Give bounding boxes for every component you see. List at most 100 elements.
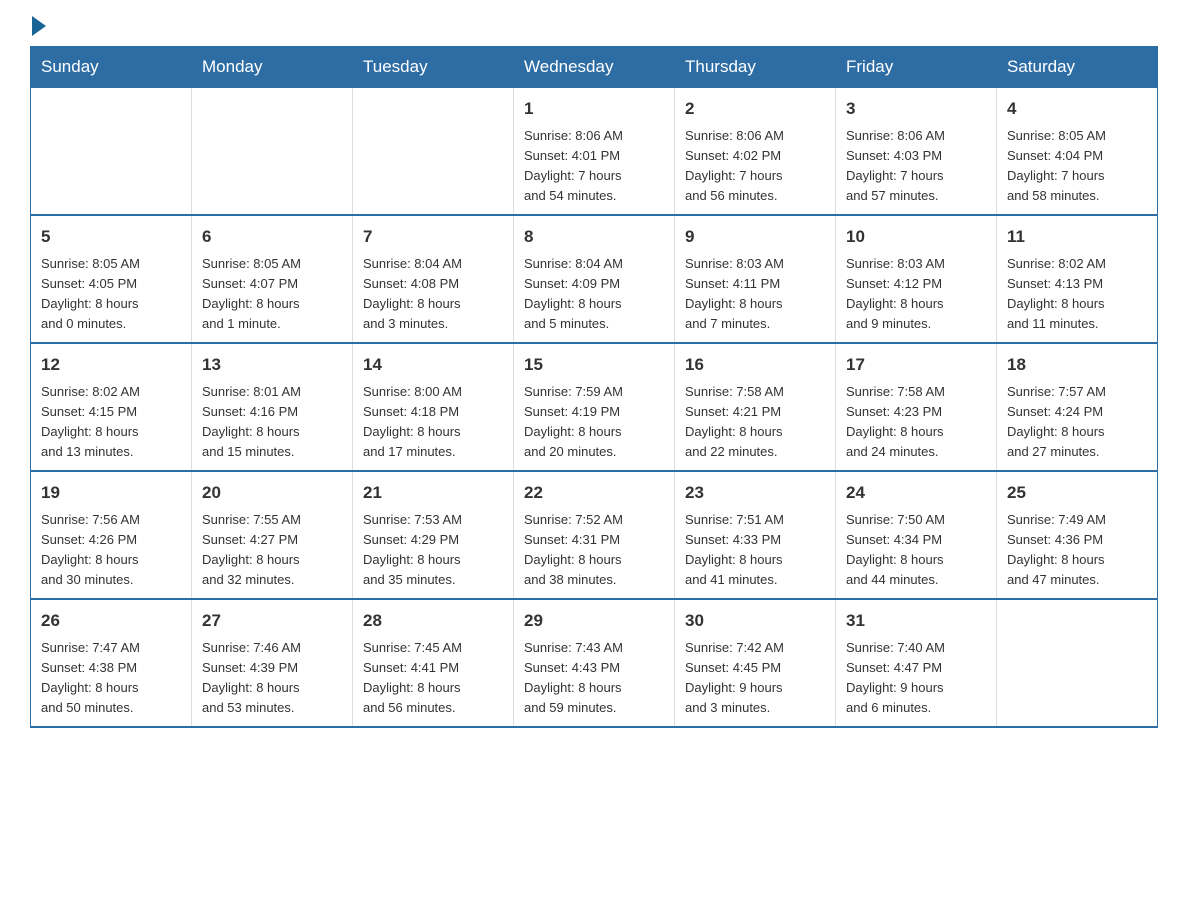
day-number: 22 xyxy=(524,480,664,506)
day-number: 20 xyxy=(202,480,342,506)
weekday-header-row: SundayMondayTuesdayWednesdayThursdayFrid… xyxy=(31,47,1158,88)
day-info: Sunrise: 8:05 AM Sunset: 4:07 PM Dayligh… xyxy=(202,256,301,331)
calendar-day-cell: 24 Sunrise: 7:50 AM Sunset: 4:34 PM Dayli… xyxy=(836,471,997,599)
day-number: 10 xyxy=(846,224,986,250)
calendar-week-row: 19 Sunrise: 7:56 AM Sunset: 4:26 PM Dayli… xyxy=(31,471,1158,599)
calendar-week-row: 12Sunrise: 8:02 AM Sunset: 4:15 PM Dayli… xyxy=(31,343,1158,471)
day-number: 27 xyxy=(202,608,342,634)
page-header xyxy=(30,20,1158,36)
calendar-day-cell: 5Sunrise: 8:05 AM Sunset: 4:05 PM Daylig… xyxy=(31,215,192,343)
calendar-day-cell: 6 Sunrise: 8:05 AM Sunset: 4:07 PM Daylig… xyxy=(192,215,353,343)
day-number: 15 xyxy=(524,352,664,378)
day-info: Sunrise: 8:04 AM Sunset: 4:08 PM Dayligh… xyxy=(363,256,462,331)
day-number: 29 xyxy=(524,608,664,634)
calendar-day-cell: 4 Sunrise: 8:05 AM Sunset: 4:04 PM Daylig… xyxy=(997,88,1158,216)
calendar-day-cell: 22 Sunrise: 7:52 AM Sunset: 4:31 PM Dayli… xyxy=(514,471,675,599)
calendar-week-row: 26 Sunrise: 7:47 AM Sunset: 4:38 PM Dayli… xyxy=(31,599,1158,727)
day-number: 2 xyxy=(685,96,825,122)
day-info: Sunrise: 7:46 AM Sunset: 4:39 PM Dayligh… xyxy=(202,640,301,715)
day-number: 11 xyxy=(1007,224,1147,250)
day-info: Sunrise: 7:56 AM Sunset: 4:26 PM Dayligh… xyxy=(41,512,140,587)
day-number: 9 xyxy=(685,224,825,250)
day-info: Sunrise: 8:03 AM Sunset: 4:12 PM Dayligh… xyxy=(846,256,945,331)
weekday-header-tuesday: Tuesday xyxy=(353,47,514,88)
day-info: Sunrise: 7:40 AM Sunset: 4:47 PM Dayligh… xyxy=(846,640,945,715)
day-info: Sunrise: 7:57 AM Sunset: 4:24 PM Dayligh… xyxy=(1007,384,1106,459)
day-number: 18 xyxy=(1007,352,1147,378)
calendar-day-cell: 3 Sunrise: 8:06 AM Sunset: 4:03 PM Daylig… xyxy=(836,88,997,216)
weekday-header-wednesday: Wednesday xyxy=(514,47,675,88)
day-info: Sunrise: 7:51 AM Sunset: 4:33 PM Dayligh… xyxy=(685,512,784,587)
calendar-day-cell: 1 Sunrise: 8:06 AM Sunset: 4:01 PM Daylig… xyxy=(514,88,675,216)
day-number: 6 xyxy=(202,224,342,250)
day-info: Sunrise: 7:42 AM Sunset: 4:45 PM Dayligh… xyxy=(685,640,784,715)
calendar-day-cell: 25 Sunrise: 7:49 AM Sunset: 4:36 PM Dayli… xyxy=(997,471,1158,599)
calendar-day-cell xyxy=(353,88,514,216)
calendar-day-cell: 10 Sunrise: 8:03 AM Sunset: 4:12 PM Dayli… xyxy=(836,215,997,343)
calendar-day-cell: 20 Sunrise: 7:55 AM Sunset: 4:27 PM Dayli… xyxy=(192,471,353,599)
weekday-header-saturday: Saturday xyxy=(997,47,1158,88)
calendar-day-cell: 7 Sunrise: 8:04 AM Sunset: 4:08 PM Daylig… xyxy=(353,215,514,343)
day-info: Sunrise: 7:47 AM Sunset: 4:38 PM Dayligh… xyxy=(41,640,140,715)
calendar-day-cell: 17 Sunrise: 7:58 AM Sunset: 4:23 PM Dayli… xyxy=(836,343,997,471)
day-number: 1 xyxy=(524,96,664,122)
day-number: 14 xyxy=(363,352,503,378)
calendar-day-cell: 29Sunrise: 7:43 AM Sunset: 4:43 PM Dayli… xyxy=(514,599,675,727)
calendar-day-cell: 23 Sunrise: 7:51 AM Sunset: 4:33 PM Dayli… xyxy=(675,471,836,599)
day-info: Sunrise: 7:59 AM Sunset: 4:19 PM Dayligh… xyxy=(524,384,623,459)
calendar-day-cell: 8 Sunrise: 8:04 AM Sunset: 4:09 PM Daylig… xyxy=(514,215,675,343)
calendar-table: SundayMondayTuesdayWednesdayThursdayFrid… xyxy=(30,46,1158,728)
day-number: 4 xyxy=(1007,96,1147,122)
calendar-day-cell: 18 Sunrise: 7:57 AM Sunset: 4:24 PM Dayli… xyxy=(997,343,1158,471)
day-number: 26 xyxy=(41,608,181,634)
day-number: 25 xyxy=(1007,480,1147,506)
weekday-header-monday: Monday xyxy=(192,47,353,88)
day-info: Sunrise: 8:00 AM Sunset: 4:18 PM Dayligh… xyxy=(363,384,462,459)
day-number: 23 xyxy=(685,480,825,506)
day-number: 12 xyxy=(41,352,181,378)
day-number: 19 xyxy=(41,480,181,506)
day-info: Sunrise: 7:50 AM Sunset: 4:34 PM Dayligh… xyxy=(846,512,945,587)
day-number: 3 xyxy=(846,96,986,122)
calendar-day-cell xyxy=(997,599,1158,727)
logo-arrow-icon xyxy=(32,16,46,36)
day-info: Sunrise: 8:01 AM Sunset: 4:16 PM Dayligh… xyxy=(202,384,301,459)
day-info: Sunrise: 8:06 AM Sunset: 4:02 PM Dayligh… xyxy=(685,128,784,203)
weekday-header-sunday: Sunday xyxy=(31,47,192,88)
day-number: 28 xyxy=(363,608,503,634)
day-number: 30 xyxy=(685,608,825,634)
calendar-day-cell: 26 Sunrise: 7:47 AM Sunset: 4:38 PM Dayli… xyxy=(31,599,192,727)
calendar-day-cell: 14 Sunrise: 8:00 AM Sunset: 4:18 PM Dayli… xyxy=(353,343,514,471)
calendar-day-cell: 13 Sunrise: 8:01 AM Sunset: 4:16 PM Dayli… xyxy=(192,343,353,471)
day-number: 7 xyxy=(363,224,503,250)
logo[interactable] xyxy=(30,20,46,36)
calendar-day-cell: 27 Sunrise: 7:46 AM Sunset: 4:39 PM Dayli… xyxy=(192,599,353,727)
weekday-header-thursday: Thursday xyxy=(675,47,836,88)
day-info: Sunrise: 7:52 AM Sunset: 4:31 PM Dayligh… xyxy=(524,512,623,587)
calendar-day-cell: 21Sunrise: 7:53 AM Sunset: 4:29 PM Dayli… xyxy=(353,471,514,599)
day-number: 16 xyxy=(685,352,825,378)
day-number: 13 xyxy=(202,352,342,378)
day-info: Sunrise: 8:06 AM Sunset: 4:01 PM Dayligh… xyxy=(524,128,623,203)
day-info: Sunrise: 7:45 AM Sunset: 4:41 PM Dayligh… xyxy=(363,640,462,715)
calendar-week-row: 5Sunrise: 8:05 AM Sunset: 4:05 PM Daylig… xyxy=(31,215,1158,343)
calendar-day-cell xyxy=(192,88,353,216)
day-info: Sunrise: 8:05 AM Sunset: 4:04 PM Dayligh… xyxy=(1007,128,1106,203)
calendar-day-cell: 31Sunrise: 7:40 AM Sunset: 4:47 PM Dayli… xyxy=(836,599,997,727)
day-info: Sunrise: 8:02 AM Sunset: 4:13 PM Dayligh… xyxy=(1007,256,1106,331)
day-info: Sunrise: 8:06 AM Sunset: 4:03 PM Dayligh… xyxy=(846,128,945,203)
day-info: Sunrise: 7:58 AM Sunset: 4:23 PM Dayligh… xyxy=(846,384,945,459)
day-info: Sunrise: 7:49 AM Sunset: 4:36 PM Dayligh… xyxy=(1007,512,1106,587)
day-info: Sunrise: 7:58 AM Sunset: 4:21 PM Dayligh… xyxy=(685,384,784,459)
calendar-day-cell: 28 Sunrise: 7:45 AM Sunset: 4:41 PM Dayli… xyxy=(353,599,514,727)
day-number: 24 xyxy=(846,480,986,506)
calendar-day-cell: 12Sunrise: 8:02 AM Sunset: 4:15 PM Dayli… xyxy=(31,343,192,471)
day-number: 8 xyxy=(524,224,664,250)
day-info: Sunrise: 7:53 AM Sunset: 4:29 PM Dayligh… xyxy=(363,512,462,587)
weekday-header-friday: Friday xyxy=(836,47,997,88)
day-info: Sunrise: 8:04 AM Sunset: 4:09 PM Dayligh… xyxy=(524,256,623,331)
day-number: 17 xyxy=(846,352,986,378)
day-info: Sunrise: 7:55 AM Sunset: 4:27 PM Dayligh… xyxy=(202,512,301,587)
calendar-day-cell xyxy=(31,88,192,216)
day-info: Sunrise: 8:05 AM Sunset: 4:05 PM Dayligh… xyxy=(41,256,140,331)
